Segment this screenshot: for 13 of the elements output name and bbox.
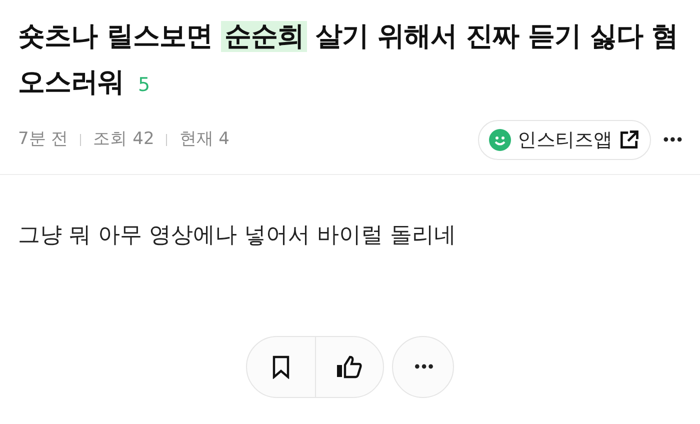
more-button[interactable]: ••• — [661, 128, 682, 152]
more-actions-button[interactable]: ••• — [392, 336, 454, 398]
bookmark-icon — [270, 355, 291, 379]
external-link-icon — [618, 129, 640, 151]
comment-count: 5 — [138, 74, 150, 96]
post-body: 그냥 뭐 아무 영상에나 넣어서 바이럴 돌리네 — [17, 222, 457, 250]
meta-text: 현재 4 — [179, 128, 230, 152]
smiley-icon — [489, 129, 512, 151]
meta-text: 조회 42 — [93, 128, 154, 152]
post-title: 숏츠나 릴스보면 순순희 살기 위해서 진짜 듣기 싫다 혐오스러워 5 — [18, 20, 680, 100]
meta-text: 7분 전 — [18, 128, 68, 152]
app-link-button[interactable]: 인스티즈앱 — [478, 120, 652, 160]
thumbs-up-icon — [336, 355, 362, 379]
